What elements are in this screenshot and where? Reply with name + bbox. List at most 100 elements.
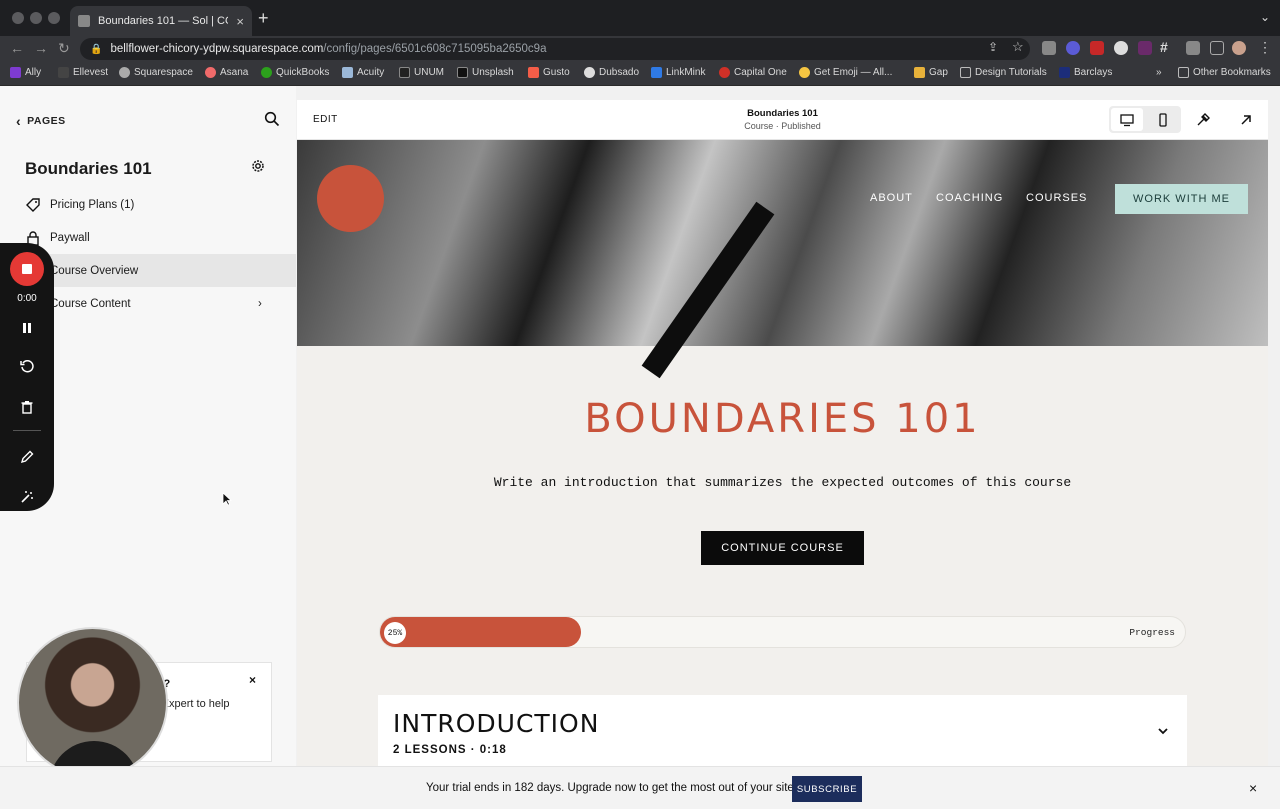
chevron-down-icon[interactable]: [1156, 724, 1170, 738]
chevron-left-icon: ‹: [16, 113, 22, 129]
trial-close-icon[interactable]: ×: [1249, 780, 1257, 796]
progress-fill: [380, 617, 581, 647]
module-accordion[interactable]: INTRODUCTION 2 LESSONS · 0:18: [378, 695, 1187, 766]
site-nav-courses[interactable]: COURSES: [1026, 192, 1087, 204]
extension-k-icon[interactable]: [1138, 41, 1152, 55]
bookmark-item[interactable]: LinkMink: [651, 67, 705, 78]
course-intro: Write an introduction that summarizes th…: [493, 475, 1072, 490]
device-toggle: [1109, 106, 1181, 133]
window-zoom-dot[interactable]: [48, 12, 60, 24]
site-logo[interactable]: [317, 165, 384, 232]
kebab-menu-icon[interactable]: ⋮: [1258, 39, 1272, 56]
lock-icon: 🔒: [90, 43, 103, 55]
site-nav-about[interactable]: ABOUT: [870, 192, 913, 204]
site-preview: EDIT Boundaries 101 Course · Published A…: [297, 100, 1268, 766]
puzzle-extensions-icon[interactable]: [1186, 41, 1200, 55]
bookmark-item[interactable]: Dubsado: [584, 67, 639, 78]
sidebar-item-label: Paywall: [50, 231, 90, 244]
design-brush-icon[interactable]: [1195, 112, 1211, 128]
bookmark-item[interactable]: QuickBooks: [261, 67, 329, 78]
bookmark-item[interactable]: Ally: [10, 67, 41, 78]
tab-title: Boundaries 101 — Sol | COURSE: [98, 15, 228, 27]
sidebar-item-label: Course Content: [50, 297, 131, 310]
progress-label: Progress: [1129, 627, 1175, 638]
progress-percent: 25%: [384, 622, 406, 644]
trial-message: Your trial ends in 182 days. Upgrade now…: [426, 782, 797, 794]
pages-back-button[interactable]: ‹ PAGES: [16, 113, 66, 129]
restart-icon[interactable]: [19, 358, 35, 374]
address-bar[interactable]: 🔒 bellflower-chicory-ydpw.squarespace.co…: [80, 38, 1030, 60]
course-progress-bar: 25% Progress: [379, 616, 1186, 648]
course-title: BOUNDARIES 101: [584, 396, 981, 442]
extension-s-icon[interactable]: [1114, 41, 1128, 55]
bookmark-item[interactable]: Squarespace: [119, 67, 193, 78]
open-external-arrow-icon[interactable]: [1239, 113, 1253, 127]
help-card-close-icon[interactable]: ×: [249, 673, 256, 687]
pause-icon[interactable]: [19, 320, 35, 336]
window-minimize-dot[interactable]: [30, 12, 42, 24]
bookmark-item[interactable]: Get Emoji — All...: [799, 67, 892, 78]
url-path: /config/pages/6501c608c715095ba2650c9a: [323, 43, 547, 55]
preview-header: EDIT Boundaries 101 Course · Published: [297, 100, 1268, 140]
side-panel-icon[interactable]: [1210, 41, 1224, 55]
squarespace-favicon-icon: [78, 15, 90, 27]
squarespace-editor: ‹ PAGES Boundaries 101 Pricing Plans (1)…: [0, 86, 1280, 809]
sidebar-item-label: Pricing Plans (1): [50, 198, 135, 211]
browser-tabstrip: Boundaries 101 — Sol | COURSE × + ⌄: [0, 0, 1280, 36]
mobile-icon[interactable]: [1156, 113, 1170, 127]
bookmark-item[interactable]: Barclays: [1059, 67, 1112, 78]
profile-avatar[interactable]: [1232, 41, 1246, 55]
bookmark-item[interactable]: Capital One: [719, 67, 787, 78]
tab-search-chevron-icon[interactable]: ⌄: [1260, 10, 1270, 24]
share-icon[interactable]: ⇪: [988, 40, 998, 54]
extension-badge-icon[interactable]: [1090, 41, 1104, 55]
reload-icon[interactable]: ↻: [58, 40, 70, 57]
collection-title: Boundaries 101: [25, 159, 152, 178]
gear-icon[interactable]: [250, 158, 266, 174]
camera-extension-icon[interactable]: [1042, 41, 1056, 55]
recording-timer: 0:00: [17, 293, 37, 304]
webcam-overlay: [17, 627, 168, 778]
site-nav-coaching[interactable]: COACHING: [936, 192, 1003, 204]
bookmark-item[interactable]: Unsplash: [457, 67, 514, 78]
hashtag-extension-icon[interactable]: #: [1160, 39, 1168, 55]
sidebar-item-pricing-plans[interactable]: Pricing Plans (1): [0, 188, 296, 221]
recorder-divider: [13, 430, 41, 431]
extension-icon[interactable]: [1066, 41, 1080, 55]
tag-icon: [26, 197, 40, 212]
other-bookmarks-folder[interactable]: Other Bookmarks: [1178, 67, 1271, 78]
tab-close-icon[interactable]: ×: [236, 14, 244, 29]
pencil-icon[interactable]: [19, 449, 35, 465]
search-icon[interactable]: [264, 111, 280, 127]
subscribe-button[interactable]: SUBSCRIBE: [792, 776, 862, 802]
bookmark-item[interactable]: UNUM: [399, 67, 444, 78]
window-close-dot[interactable]: [12, 12, 24, 24]
url-domain: bellflower-chicory-ydpw.squarespace.com: [110, 43, 324, 55]
back-arrow-icon[interactable]: ←: [10, 40, 24, 56]
bookmarks-overflow-icon[interactable]: »: [1156, 67, 1162, 78]
bookmark-item[interactable]: Asana: [205, 67, 248, 78]
browser-tab[interactable]: Boundaries 101 — Sol | COURSE ×: [70, 6, 252, 36]
hero-banner-image: ABOUT COACHING COURSES WORK WITH ME: [297, 140, 1268, 379]
continue-course-button[interactable]: CONTINUE COURSE: [701, 531, 864, 565]
browser-toolbar: ← → ↻ 🔒 bellflower-chicory-ydpw.squaresp…: [0, 36, 1280, 62]
module-meta: 2 LESSONS · 0:18: [393, 744, 507, 756]
trash-icon[interactable]: [19, 399, 35, 415]
bookmark-item[interactable]: Gusto: [528, 67, 570, 78]
bookmark-item[interactable]: Acuity: [342, 67, 384, 78]
effects-sparkle-icon[interactable]: [19, 489, 35, 505]
bookmark-star-icon[interactable]: ☆: [1012, 39, 1024, 55]
module-title: INTRODUCTION: [393, 709, 600, 738]
chevron-right-icon: ›: [258, 297, 262, 310]
sidebar-item-label: Course Overview: [50, 264, 139, 277]
bookmark-folder[interactable]: Design Tutorials: [960, 67, 1047, 78]
new-tab-icon[interactable]: +: [258, 8, 269, 29]
bookmark-item[interactable]: Gap: [914, 67, 948, 78]
forward-arrow-icon[interactable]: →: [34, 40, 48, 56]
stop-recording-button[interactable]: [10, 252, 44, 286]
screen-recorder-toolbar: 0:00: [0, 243, 54, 511]
bookmark-item[interactable]: Ellevest: [58, 67, 108, 78]
desktop-icon[interactable]: [1120, 113, 1134, 127]
work-with-me-button[interactable]: WORK WITH ME: [1115, 184, 1248, 214]
bookmarks-bar: Ally Ellevest Squarespace Asana QuickBoo…: [0, 62, 1280, 86]
